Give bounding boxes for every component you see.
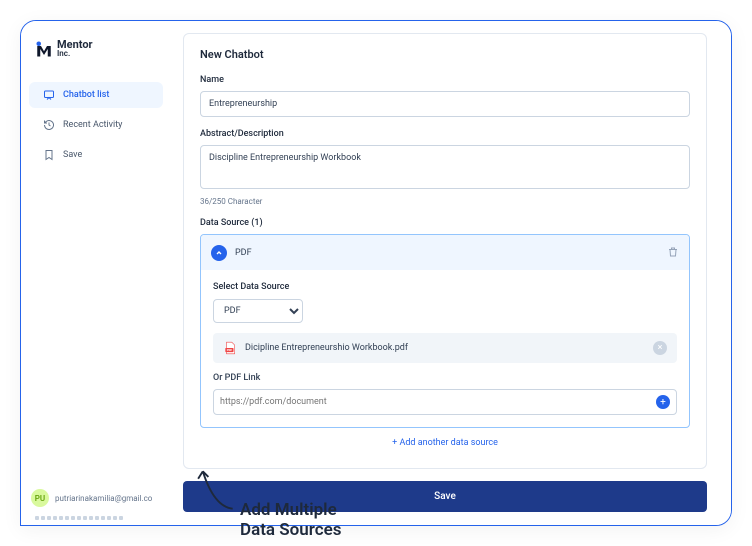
add-another-data-source[interactable]: + Add another data source	[200, 428, 690, 452]
file-name: Dicipline Entrepreneurshio Workbook.pdf	[245, 343, 408, 353]
char-count: 36/250 Character	[200, 197, 690, 206]
annotation-line: Data Sources	[240, 520, 341, 540]
data-source-label: Data Source (1)	[200, 218, 690, 228]
new-chatbot-card: New Chatbot Name Abstract/Description Di…	[183, 33, 707, 469]
abstract-textarea[interactable]: Discipline Entrepreneurship Workbook	[200, 145, 690, 189]
logo: Mentor Inc.	[21, 31, 171, 66]
data-source-select[interactable]: PDF	[213, 299, 303, 323]
sidebar-item-recent-activity[interactable]: Recent Activity	[29, 112, 163, 138]
logo-mark-icon	[35, 40, 53, 58]
sidebar-item-label: Chatbot list	[63, 90, 109, 100]
sidebar: Mentor Inc. Chatbot list Recent Activity…	[21, 21, 171, 525]
avatar[interactable]: PU	[31, 489, 49, 507]
remove-file-button[interactable]: ×	[653, 341, 667, 355]
data-source-panel: PDF Select Data Source PDF PDF Diciplin	[200, 234, 690, 428]
data-source-header: PDF	[201, 235, 689, 270]
or-pdf-link-label: Or PDF Link	[213, 373, 677, 383]
user-email: putriarinakamilia@gmail.co	[55, 494, 152, 503]
pdf-link-row: +	[213, 389, 677, 415]
svg-text:PDF: PDF	[227, 348, 233, 352]
trash-icon[interactable]	[667, 243, 679, 262]
abstract-label: Abstract/Description	[200, 129, 690, 139]
annotation-text: Add Multiple Data Sources	[240, 500, 341, 541]
sidebar-item-save[interactable]: Save	[29, 142, 163, 168]
pdf-file-icon: PDF	[223, 341, 237, 355]
logo-text: Mentor Inc.	[57, 39, 93, 58]
add-link-button[interactable]: +	[656, 395, 670, 409]
page-title: New Chatbot	[200, 48, 690, 61]
brand-sub: Inc.	[57, 50, 93, 58]
annotation-line: Add Multiple	[240, 500, 341, 520]
pdf-link-input[interactable]	[220, 397, 656, 407]
bookmark-icon	[43, 149, 55, 161]
name-label: Name	[200, 75, 690, 85]
annotation-arrow	[186, 462, 242, 518]
main-content: New Chatbot Name Abstract/Description Di…	[171, 21, 731, 525]
collapse-button[interactable]	[211, 245, 227, 261]
name-input[interactable]	[200, 91, 690, 117]
history-icon	[43, 119, 55, 131]
data-source-type: PDF	[235, 248, 659, 258]
sidebar-item-label: Save	[63, 150, 82, 160]
sidebar-footer: PU putriarinakamilia@gmail.co	[21, 481, 171, 515]
select-ds-label: Select Data Source	[213, 282, 677, 292]
sidebar-item-chatbot-list[interactable]: Chatbot list	[29, 82, 163, 108]
data-source-body: Select Data Source PDF PDF Dicipline Ent…	[201, 270, 689, 427]
app-window: Mentor Inc. Chatbot list Recent Activity…	[20, 20, 732, 526]
scroll-indicator	[35, 515, 155, 521]
uploaded-file-row: PDF Dicipline Entrepreneurshio Workbook.…	[213, 333, 677, 363]
sidebar-item-label: Recent Activity	[63, 120, 122, 130]
chat-icon	[43, 89, 55, 101]
